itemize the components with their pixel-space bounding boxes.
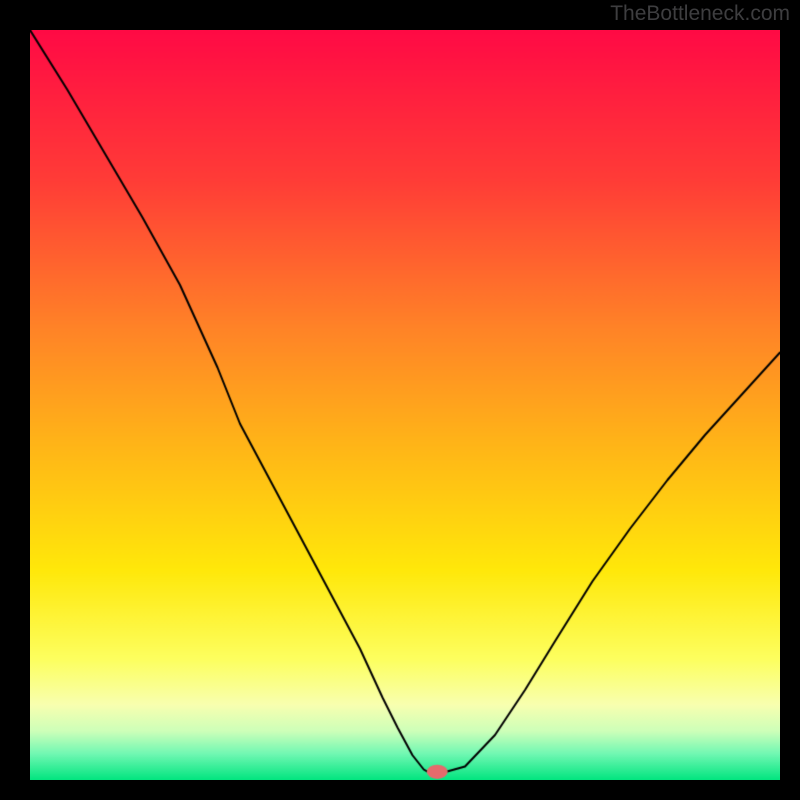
- bottleneck-chart-canvas: [30, 30, 780, 780]
- watermark-label: TheBottleneck.com: [610, 2, 790, 26]
- chart-frame: TheBottleneck.com: [0, 0, 800, 800]
- plot-area: [30, 30, 780, 780]
